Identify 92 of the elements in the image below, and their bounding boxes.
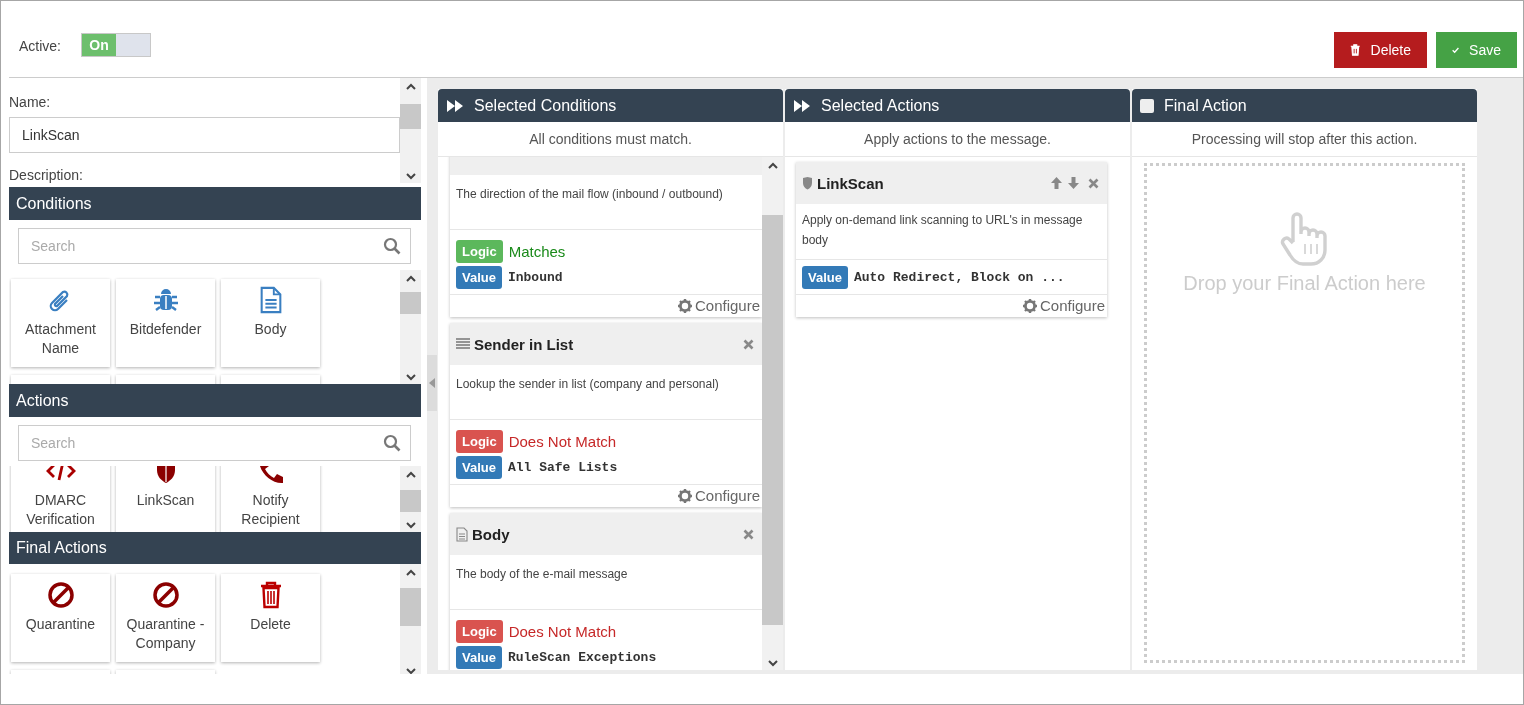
library-tile[interactable]: Quarantine: [11, 574, 110, 662]
column-title: Selected Actions: [821, 96, 940, 115]
chevron-up-icon[interactable]: [404, 568, 417, 578]
scrollbar[interactable]: [400, 270, 421, 384]
value-text: RuleScan Exceptions: [507, 650, 657, 665]
chevron-down-icon[interactable]: [404, 666, 417, 674]
gear-icon: [677, 298, 692, 313]
column-title: Final Action: [1164, 96, 1247, 115]
library-tile[interactable]: LinkScan: [116, 466, 215, 532]
scrollbar[interactable]: [400, 466, 421, 532]
chevron-down-icon[interactable]: [766, 658, 779, 668]
logic-value: Does Not Match: [508, 433, 617, 450]
bug-icon: [151, 286, 180, 314]
name-label: Name:: [9, 94, 52, 110]
close-icon[interactable]: [743, 528, 754, 540]
library-tile[interactable]: Bitdefender: [116, 279, 215, 367]
scroll-thumb[interactable]: [762, 215, 783, 625]
section-header: Conditions: [9, 187, 421, 220]
active-label: Active:: [19, 38, 61, 54]
scroll-thumb[interactable]: [400, 490, 421, 512]
section-header: Actions: [9, 384, 421, 417]
shield-icon: [154, 466, 177, 485]
move-up-icon[interactable]: [1050, 176, 1063, 190]
library-tile[interactable]: Notify Recipient: [221, 466, 320, 532]
library-tile[interactable]: Attachment Name: [11, 279, 110, 367]
chevron-up-icon[interactable]: [766, 161, 779, 171]
configure-button[interactable]: Configure: [677, 487, 760, 504]
scrollbar[interactable]: [400, 78, 421, 183]
logic-value: Does Not Match: [508, 623, 617, 640]
name-field[interactable]: LinkScan: [9, 117, 400, 153]
card-title: Sender in List: [474, 335, 574, 353]
search-field[interactable]: Search: [18, 425, 411, 461]
scroll-thumb[interactable]: [400, 588, 421, 626]
shield-icon: [802, 176, 813, 190]
logic-badge: Logic: [456, 620, 503, 643]
chevron-down-icon[interactable]: [404, 171, 417, 181]
scroll-thumb[interactable]: [400, 292, 421, 314]
search-icon: [383, 237, 401, 255]
document-icon: [258, 286, 283, 314]
scroll-thumb[interactable]: [400, 104, 421, 129]
gear-icon: [677, 488, 692, 503]
scrollbar[interactable]: [400, 564, 421, 674]
value-text: All Safe Lists: [507, 460, 618, 475]
library-tile[interactable]: Quarantine - Company: [116, 574, 215, 662]
column-subtitle: Processing will stop after this action.: [1132, 122, 1477, 157]
delete-button[interactable]: Delete: [1334, 32, 1427, 68]
close-icon[interactable]: [1088, 177, 1099, 189]
fast-forward-icon: [446, 98, 464, 113]
search-field[interactable]: Search: [18, 228, 411, 264]
trash-icon: [258, 581, 283, 609]
card-description: The direction of the mail flow (inbound / outbound): [455, 186, 724, 203]
description-label: Description:: [9, 167, 84, 183]
list-icon: [456, 338, 470, 350]
trash-icon: [1350, 42, 1361, 58]
checkbox[interactable]: [1140, 98, 1154, 113]
collapse-handle[interactable]: [427, 355, 437, 411]
library-tile[interactable]: Delete: [221, 574, 320, 662]
logic-badge: Logic: [456, 240, 503, 263]
column-title: Selected Conditions: [474, 96, 617, 115]
section-header: Final Actions: [9, 532, 421, 564]
library-tile[interactable]: Body: [221, 279, 320, 367]
value-badge: Value: [456, 646, 502, 669]
card-description: Apply on-demand link scanning to URL's in message body: [801, 212, 1084, 249]
value-badge: Value: [456, 266, 502, 289]
no-entry-icon: [151, 581, 180, 609]
no-entry-icon: [46, 581, 75, 609]
search-icon: [383, 434, 401, 452]
close-icon[interactable]: [743, 338, 754, 350]
chevron-up-icon[interactable]: [404, 82, 417, 92]
scrollbar[interactable]: [762, 157, 783, 670]
configure-button[interactable]: Configure: [1022, 297, 1105, 314]
chevron-up-icon[interactable]: [404, 470, 417, 480]
library-tile[interactable]: DMARC Verification: [11, 466, 110, 532]
value-badge: Value: [802, 266, 848, 289]
logic-value: Matches: [508, 243, 566, 260]
gear-icon: [1022, 298, 1037, 313]
card-description: The body of the e-mail message: [455, 566, 629, 583]
chevron-up-icon[interactable]: [404, 274, 417, 284]
move-down-icon[interactable]: [1067, 176, 1080, 190]
value-text: Auto Redirect, Block on ...: [853, 270, 1065, 285]
chevron-down-icon[interactable]: [404, 372, 417, 382]
fast-forward-icon: [793, 98, 811, 113]
value-badge: Value: [456, 456, 502, 479]
card-description: Lookup the sender in list (company and personal): [455, 376, 720, 393]
card-title: Body: [472, 525, 510, 543]
document-icon: [456, 526, 468, 542]
value-text: Inbound: [507, 270, 563, 285]
configure-button[interactable]: Configure: [677, 297, 760, 314]
chevron-down-icon[interactable]: [404, 520, 417, 530]
column-subtitle: Apply actions to the message.: [785, 122, 1130, 157]
logic-badge: Logic: [456, 430, 503, 453]
card-title: LinkScan: [817, 174, 884, 192]
